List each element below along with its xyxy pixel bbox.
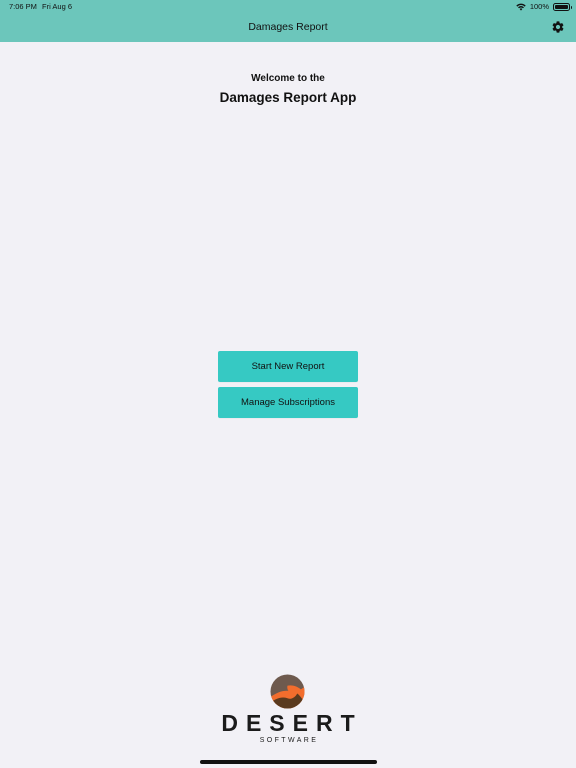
welcome-title: Damages Report App	[219, 90, 357, 105]
welcome-subtitle: Welcome to the	[251, 73, 325, 84]
top-bar: 7:06 PM Fri Aug 6 100% Damages Report	[0, 0, 576, 42]
wifi-icon	[516, 3, 526, 11]
manage-subscriptions-button[interactable]: Manage Subscriptions	[218, 387, 358, 418]
status-time: 7:06 PM	[9, 2, 37, 11]
battery-icon	[553, 2, 572, 11]
start-new-report-button[interactable]: Start New Report	[218, 351, 358, 382]
status-date: Fri Aug 6	[42, 2, 73, 11]
home-indicator	[200, 760, 377, 764]
brand-tagline: SOFTWARE	[259, 737, 319, 744]
brand-name: DESERT	[221, 710, 363, 736]
brand-logo: DESERT SOFTWARE	[0, 674, 576, 750]
settings-button[interactable]	[550, 19, 566, 35]
battery-level-fill	[555, 4, 568, 9]
page-title: Damages Report	[248, 21, 328, 33]
battery-percentage: 100%	[529, 2, 549, 11]
gear-icon[interactable]	[551, 20, 565, 34]
desert-sun-logo-icon	[270, 674, 305, 709]
status-indicators: 100%	[516, 1, 572, 12]
